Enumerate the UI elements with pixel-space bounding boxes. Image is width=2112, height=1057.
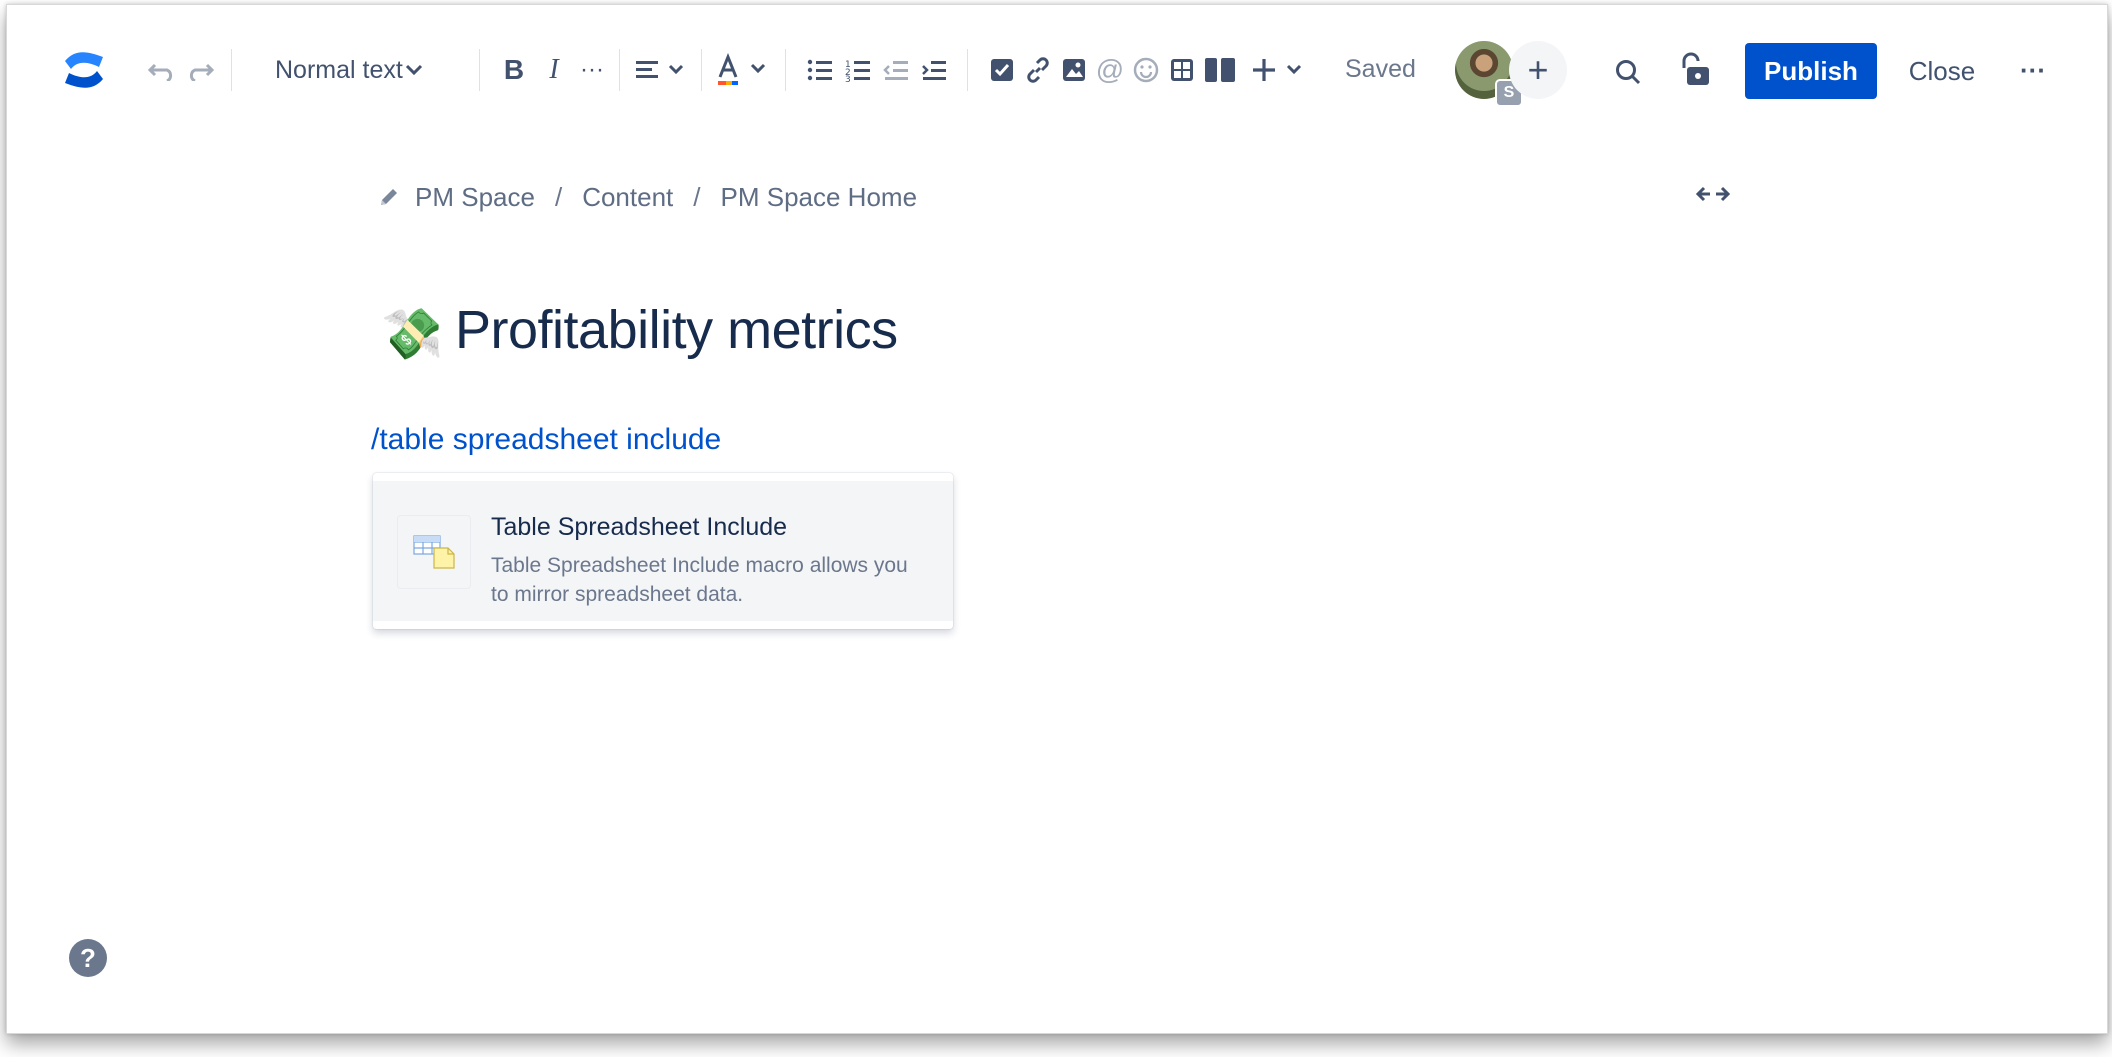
svg-text:3: 3 (845, 75, 851, 82)
toolbar-divider (701, 49, 702, 91)
text-align-dropdown[interactable] (633, 53, 691, 87)
align-left-icon (636, 61, 684, 78)
help-icon[interactable]: ? (69, 939, 107, 977)
plus-icon (1253, 59, 1302, 81)
toolbar-divider (479, 49, 480, 91)
emoji-icon[interactable] (1129, 53, 1163, 87)
invite-plus-icon[interactable]: + (1509, 41, 1567, 99)
text-color-dropdown[interactable] (715, 51, 773, 89)
text-style-label: Normal text (275, 55, 403, 84)
undo-icon[interactable] (145, 55, 179, 85)
toolbar-divider (231, 49, 232, 91)
breadcrumb-item-space[interactable]: PM Space (415, 182, 535, 213)
full-width-toggle-icon[interactable] (1695, 185, 1731, 208)
editor-window: Normal text B I ··· 1 2 3 @ Saved S + Pu… (6, 4, 2108, 1034)
page-title[interactable]: Profitability metrics (455, 299, 898, 361)
image-icon[interactable] (1057, 53, 1091, 87)
toolbar-divider (619, 49, 620, 91)
spreadsheet-macro-icon (397, 515, 471, 589)
bold-icon[interactable]: B (497, 53, 531, 87)
more-formatting-icon[interactable]: ··· (575, 53, 609, 87)
close-button[interactable]: Close (1897, 43, 1987, 99)
search-icon[interactable] (1609, 53, 1647, 91)
action-item-icon[interactable] (985, 53, 1019, 87)
slash-command-text[interactable]: /table spreadsheet include (371, 423, 721, 457)
saved-status: Saved (1345, 55, 1416, 83)
breadcrumb-separator: / (554, 181, 563, 212)
more-options-icon[interactable]: ··· (2013, 53, 2053, 87)
macro-suggestion-popup: Table Spreadsheet Include Table Spreadsh… (373, 473, 953, 629)
text-style-dropdown[interactable]: Normal text (275, 50, 435, 90)
editor-toolbar: Normal text B I ··· 1 2 3 @ Saved S + Pu… (7, 5, 2107, 135)
macro-description: Table Spreadsheet Include macro allows y… (491, 554, 908, 606)
page-emoji[interactable]: 💸 (381, 305, 443, 364)
toolbar-divider (967, 49, 968, 91)
layouts-icon[interactable] (1201, 53, 1239, 87)
outdent-icon[interactable] (879, 53, 913, 87)
unlock-icon[interactable] (1675, 49, 1715, 91)
publish-button[interactable]: Publish (1745, 43, 1877, 99)
text-color-icon (718, 53, 766, 85)
link-icon[interactable] (1021, 53, 1055, 87)
breadcrumb-separator: / (693, 181, 701, 212)
table-icon[interactable] (1165, 53, 1199, 87)
insert-more-dropdown[interactable] (1251, 51, 1309, 89)
pencil-icon (381, 189, 397, 205)
toolbar-divider (785, 49, 786, 91)
indent-icon[interactable] (917, 53, 951, 87)
breadcrumb-item-content[interactable]: Content (582, 182, 673, 213)
bullet-list-icon[interactable] (803, 53, 837, 87)
avatar[interactable]: S (1455, 41, 1523, 107)
confluence-logo-icon[interactable] (59, 45, 109, 95)
macro-suggestion-item[interactable]: Table Spreadsheet Include Table Spreadsh… (373, 481, 953, 621)
italic-icon[interactable]: I (537, 53, 571, 87)
redo-icon[interactable] (183, 55, 217, 85)
breadcrumb: PM Space / Content / PM Space Home (377, 175, 917, 219)
breadcrumb-item-home[interactable]: PM Space Home (721, 182, 918, 213)
macro-title: Table Spreadsheet Include (491, 513, 788, 541)
chevron-down-icon (405, 64, 423, 76)
numbered-list-icon[interactable]: 123 (841, 53, 875, 87)
mention-icon[interactable]: @ (1093, 53, 1127, 87)
